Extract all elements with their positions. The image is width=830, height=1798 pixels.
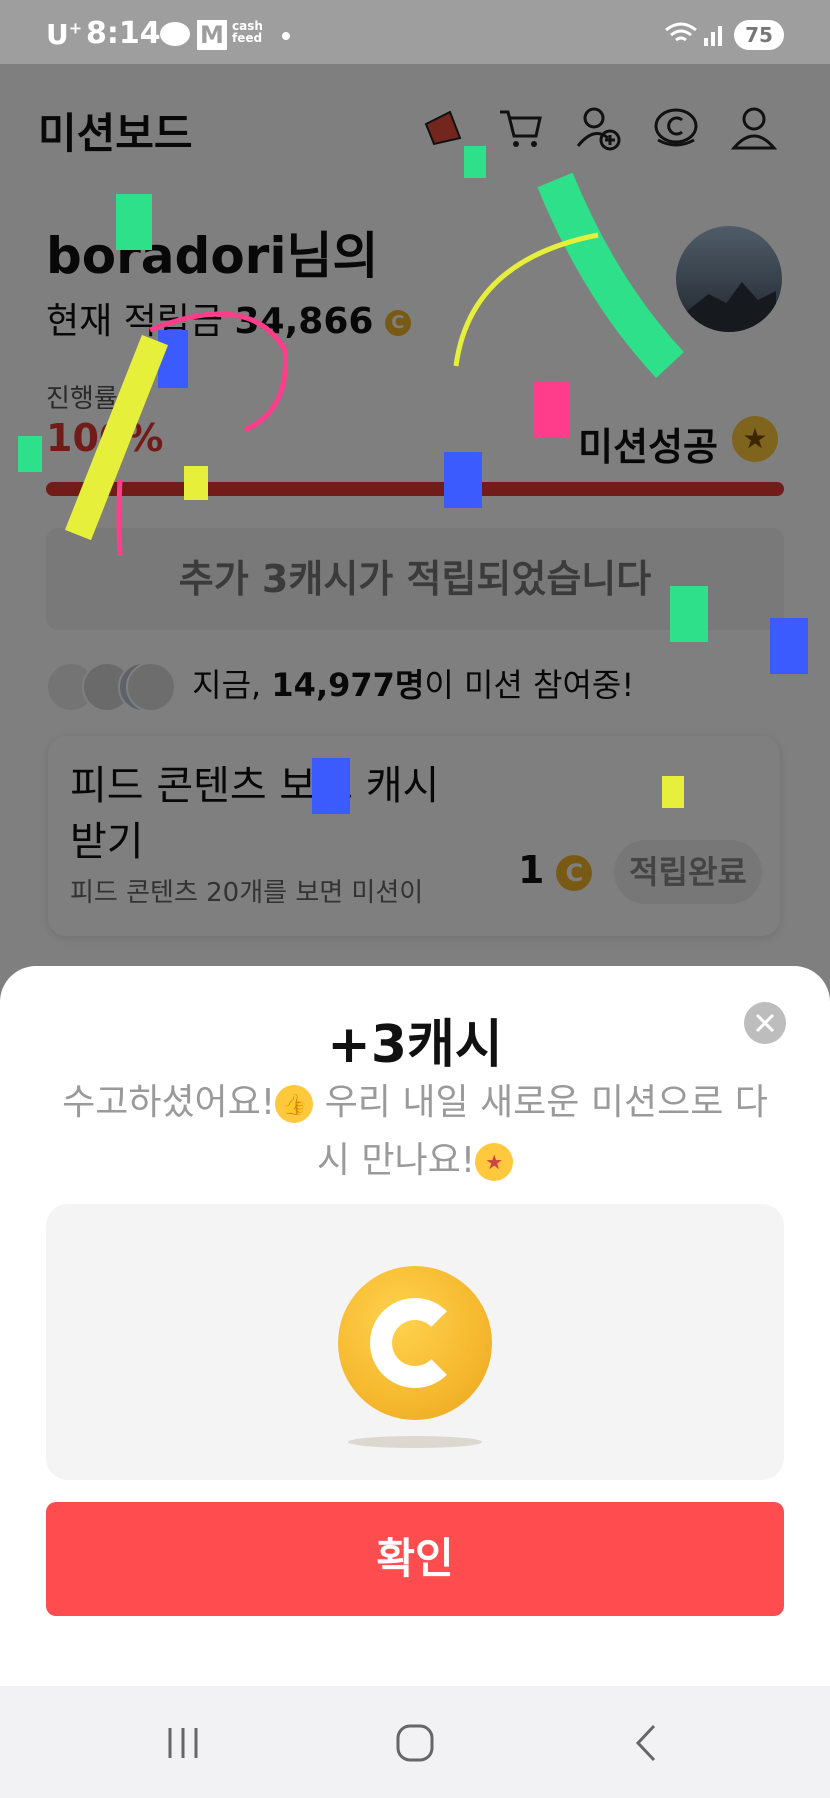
signal-icon: [704, 26, 722, 46]
coin-illustration-panel: [46, 1204, 784, 1480]
back-icon[interactable]: [622, 1720, 672, 1766]
thumbs-up-emoji-icon: 👍: [275, 1085, 314, 1123]
battery-indicator: 75: [734, 20, 784, 50]
confirm-button[interactable]: 확인: [46, 1502, 784, 1616]
cashfeed-notification-icon: cash feed: [232, 19, 263, 45]
close-icon: [755, 1013, 775, 1033]
coin-icon: [338, 1266, 492, 1420]
sheet-title: +3캐시: [327, 1015, 503, 1075]
chat-notification-icon: [160, 22, 190, 46]
carrier-label: U+: [46, 18, 83, 51]
reward-bottom-sheet: +3캐시 수고하셨어요! 👍 우리 내일 새로운 미션으로 다시 만나요! ★ 확인: [0, 966, 830, 1686]
status-bar: U+ 8:14 M cash feed 75: [0, 0, 830, 64]
clock: 8:14: [86, 16, 161, 51]
star-struck-emoji-icon: ★: [475, 1143, 514, 1181]
navigation-bar: [0, 1686, 830, 1798]
more-notifications-dot: [282, 32, 290, 40]
coin-shadow: [348, 1436, 482, 1448]
recent-apps-icon[interactable]: [158, 1720, 208, 1766]
m-app-icon: M: [197, 20, 227, 50]
home-icon[interactable]: [390, 1720, 440, 1766]
wifi-icon: [665, 22, 697, 42]
sheet-message: 수고하셨어요! 👍 우리 내일 새로운 미션으로 다시 만나요! ★: [62, 1082, 768, 1181]
close-button[interactable]: [744, 1002, 786, 1044]
